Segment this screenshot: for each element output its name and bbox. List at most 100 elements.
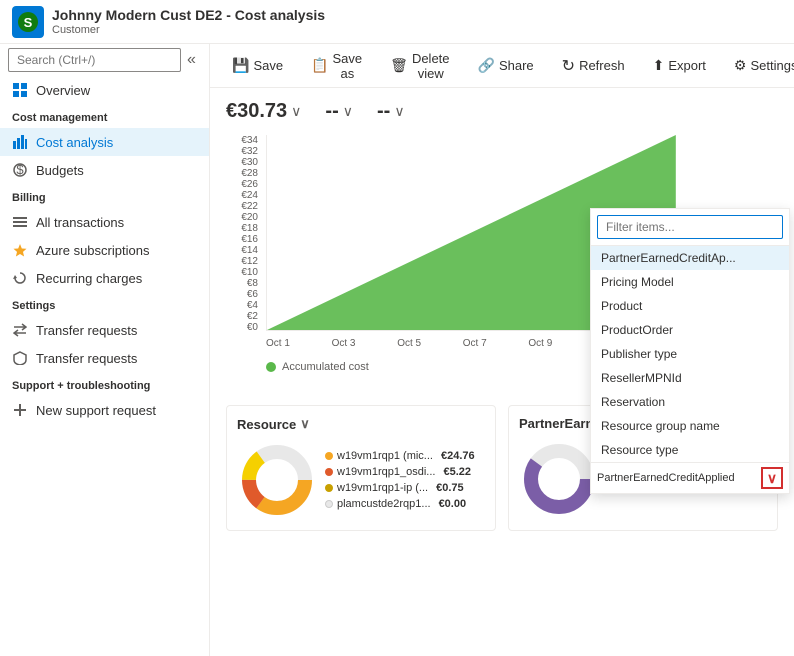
sidebar-top: « xyxy=(0,44,209,76)
save-button[interactable]: 💾 Save xyxy=(226,53,289,78)
summary-row: €30.73 ∨ -- ∨ -- ∨ xyxy=(226,100,778,123)
save-as-button[interactable]: 📋 Save as xyxy=(305,47,368,85)
legend-name-4: plamcustde2rqp1... xyxy=(337,498,431,510)
sidebar-item-label: Transfer requests xyxy=(36,323,137,338)
dropdown-footer: PartnerEarnedCreditApplied ∨ xyxy=(591,462,789,493)
metric-value-1: €30.73 xyxy=(226,100,287,123)
dropdown-item-product[interactable]: Product xyxy=(591,294,789,318)
refresh-button[interactable]: ↻ Refresh xyxy=(556,52,631,80)
legend-item-resource-1: w19vm1rqp1 (mic... €24.76 xyxy=(325,450,485,462)
plus-icon xyxy=(12,402,28,418)
donut-card-title-resource: Resource xyxy=(237,417,296,432)
list-icon xyxy=(12,214,28,230)
sidebar-item-azure-subscriptions[interactable]: Azure subscriptions xyxy=(0,236,209,264)
coin-icon: $ xyxy=(12,162,28,178)
legend-dot xyxy=(266,362,276,372)
sidebar-item-overview[interactable]: Overview xyxy=(0,76,209,104)
legend-item-resource-2: w19vm1rqp1_osdi... €5.22 xyxy=(325,466,485,478)
section-settings: Settings xyxy=(0,292,209,316)
chevron-down-icon-resource[interactable]: ∨ xyxy=(300,416,310,432)
top-bar: S Johnny Modern Cust DE2 - Cost analysis… xyxy=(0,0,794,44)
sidebar-item-label: Transfer requests xyxy=(36,351,137,366)
dropdown-overlay: PartnerEarnedCreditAp... Pricing Model P… xyxy=(590,208,790,494)
content-area: 💾 Save 📋 Save as 🗑 Delete view 🔗 Share ↻ xyxy=(210,44,794,656)
donut-legend-resource: w19vm1rqp1 (mic... €24.76 w19vm1rqp1_osd… xyxy=(325,450,485,510)
legend-dot-1 xyxy=(325,452,333,460)
sidebar-item-policies[interactable]: Transfer requests xyxy=(0,344,209,372)
dropdown-item-reseller-mpn[interactable]: ResellerMPNId xyxy=(591,366,789,390)
donut-card-resource: Resource ∨ xyxy=(226,405,496,531)
legend-value-1: €24.76 xyxy=(441,450,475,462)
dropdown-item-product-order[interactable]: ProductOrder xyxy=(591,318,789,342)
settings-icon: ⚙ xyxy=(734,57,747,74)
recurring-icon xyxy=(12,270,28,286)
dropdown-footer-value: PartnerEarnedCreditApplied xyxy=(597,472,735,484)
dropdown-item-reservation[interactable]: Reservation xyxy=(591,390,789,414)
sidebar-item-cost-analysis[interactable]: Cost analysis xyxy=(0,128,209,156)
section-support: Support + troubleshooting xyxy=(0,372,209,396)
share-button[interactable]: 🔗 Share xyxy=(472,53,540,78)
dropdown-item-publisher-type[interactable]: Publisher type xyxy=(591,342,789,366)
legend-name-3: w19vm1rqp1-ip (... xyxy=(337,482,428,494)
metric-value-2: -- xyxy=(325,100,338,123)
svg-text:$: $ xyxy=(16,163,24,177)
dropdown-item-resource-type[interactable]: Resource type xyxy=(591,438,789,462)
transfer-icon xyxy=(12,322,28,338)
sidebar-item-recurring-charges[interactable]: Recurring charges xyxy=(0,264,209,292)
chevron-down-icon: ∨ xyxy=(767,470,777,487)
legend-item-resource-3: w19vm1rqp1-ip (... €0.75 xyxy=(325,482,485,494)
legend-name-2: w19vm1rqp1_osdi... xyxy=(337,466,435,478)
section-billing: Billing xyxy=(0,184,209,208)
toolbar: 💾 Save 📋 Save as 🗑 Delete view 🔗 Share ↻ xyxy=(210,44,794,88)
legend-name-1: w19vm1rqp1 (mic... xyxy=(337,450,433,462)
share-icon: 🔗 xyxy=(478,57,495,74)
page-subtitle: Customer xyxy=(52,24,325,36)
app-logo: S xyxy=(12,6,44,38)
donut-chart-resource xyxy=(237,440,317,520)
sidebar-item-label: New support request xyxy=(36,403,156,418)
section-cost-management: Cost management xyxy=(0,104,209,128)
export-button[interactable]: ⬆ Export xyxy=(647,53,712,78)
svg-text:S: S xyxy=(24,15,33,30)
dropdown-filter-input[interactable] xyxy=(597,215,783,239)
save-icon: 💾 xyxy=(232,57,249,74)
sidebar: « Overview Cost management Cost analysis… xyxy=(0,44,210,656)
sidebar-item-new-support-request[interactable]: New support request xyxy=(0,396,209,424)
summary-metric-3: -- ∨ xyxy=(377,100,405,123)
legend-value-3: €0.75 xyxy=(436,482,464,494)
sidebar-item-label: Azure subscriptions xyxy=(36,243,149,258)
shield-icon xyxy=(12,350,28,366)
star-icon xyxy=(12,242,28,258)
legend-dot-2 xyxy=(325,468,333,476)
sidebar-item-label: Overview xyxy=(36,83,90,98)
metric-arrow-2: ∨ xyxy=(343,103,353,120)
legend-item-resource-4: plamcustde2rqp1... €0.00 xyxy=(325,498,485,510)
search-input[interactable] xyxy=(8,48,181,72)
metric-arrow-3: ∨ xyxy=(394,103,404,120)
delete-view-button[interactable]: 🗑 Delete view xyxy=(384,47,455,85)
sidebar-item-label: All transactions xyxy=(36,215,124,230)
sidebar-item-transfer-requests[interactable]: Transfer requests xyxy=(0,316,209,344)
sidebar-item-label: Recurring charges xyxy=(36,271,142,286)
sidebar-collapse-button[interactable]: « xyxy=(181,49,202,71)
title-group: Johnny Modern Cust DE2 - Cost analysis C… xyxy=(52,7,325,36)
settings-button[interactable]: ⚙ Settings xyxy=(728,53,794,78)
save-as-icon: 📋 xyxy=(311,57,328,74)
grid-icon xyxy=(12,82,28,98)
dropdown-item-resource-group[interactable]: Resource group name xyxy=(591,414,789,438)
sidebar-item-label: Cost analysis xyxy=(36,135,113,150)
dropdown-footer-button[interactable]: ∨ xyxy=(761,467,783,489)
sidebar-item-budgets[interactable]: $ Budgets xyxy=(0,156,209,184)
donut-card-header-resource: Resource ∨ xyxy=(237,416,485,432)
chart-icon xyxy=(12,134,28,150)
donut-content-resource: w19vm1rqp1 (mic... €24.76 w19vm1rqp1_osd… xyxy=(237,440,485,520)
metric-value-3: -- xyxy=(377,100,390,123)
sidebar-item-all-transactions[interactable]: All transactions xyxy=(0,208,209,236)
dropdown-item-partner-earned[interactable]: PartnerEarnedCreditAp... xyxy=(591,246,789,270)
dropdown-item-pricing-model[interactable]: Pricing Model xyxy=(591,270,789,294)
summary-metric-2: -- ∨ xyxy=(325,100,353,123)
legend-dot-3 xyxy=(325,484,333,492)
metric-arrow-1: ∨ xyxy=(291,103,301,120)
dropdown-search-area xyxy=(591,209,789,246)
chart-y-axis: €34 €32 €30 €28 €26 €24 €22 €20 €18 €16 … xyxy=(226,135,262,331)
